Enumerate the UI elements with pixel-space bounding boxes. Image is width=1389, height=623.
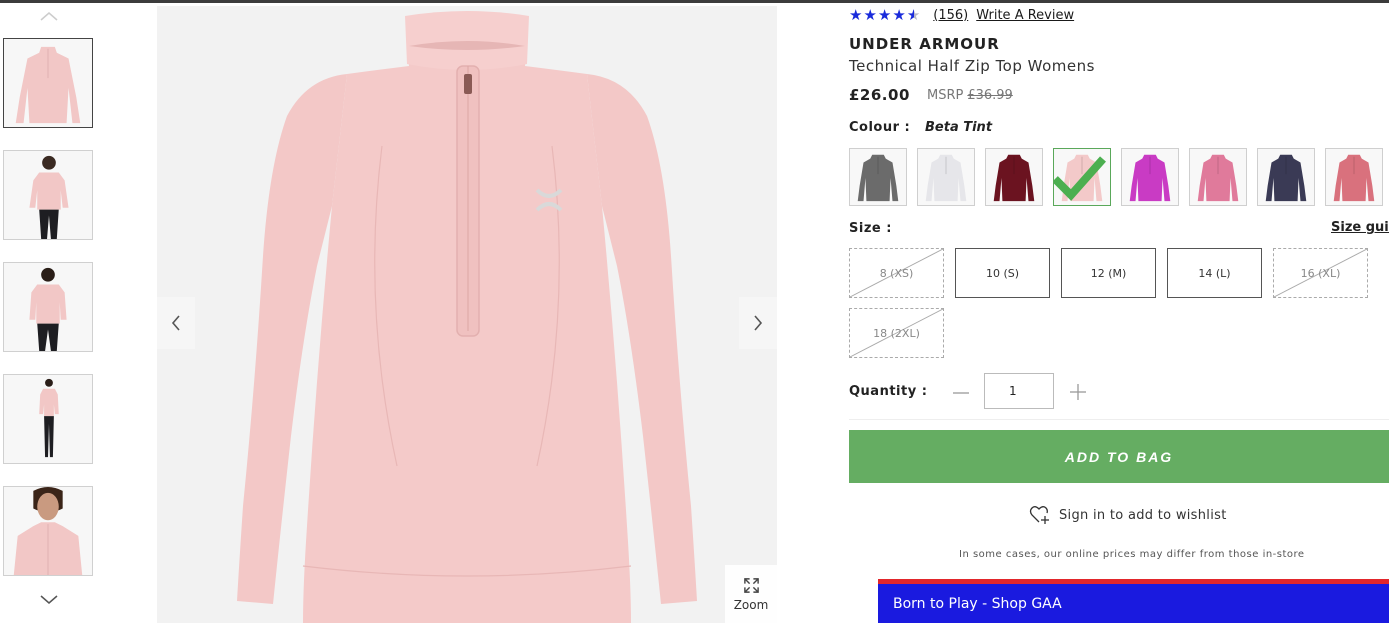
colour-swatch-pink[interactable] (1189, 148, 1247, 206)
colour-swatch-rose[interactable] (1325, 148, 1383, 206)
plus-icon (1070, 384, 1086, 400)
size-option[interactable]: 10 (S) (955, 248, 1050, 298)
msrp: MSRP £36.99 (927, 88, 1013, 103)
rating-row: ★ ★ ★ ★ ★ (156) Write A Review (849, 6, 1074, 24)
colour-label: Colour : (849, 120, 911, 135)
star-icon: ★ (892, 6, 906, 24)
colour-swatch-beta-tint[interactable] (1053, 148, 1111, 206)
chevron-right-icon (754, 315, 763, 331)
size-option[interactable]: 18 (2XL) (849, 308, 944, 358)
size-option[interactable]: 12 (M) (1061, 248, 1156, 298)
zoom-label: Zoom (733, 597, 769, 612)
swatch-shirt-image (918, 149, 974, 205)
wishlist-link[interactable]: Sign in to add to wishlist (1029, 505, 1227, 525)
size-option[interactable]: 14 (L) (1167, 248, 1262, 298)
size-guide-link[interactable]: Size guide (1331, 220, 1389, 235)
star-icon: ★ (877, 6, 892, 24)
size-option-label: 10 (S) (985, 266, 1020, 280)
product-shirt-image (157, 6, 777, 623)
add-to-bag-button[interactable]: ADD TO BAG (849, 430, 1389, 483)
current-price: £26.00 (849, 86, 910, 104)
star-icon: ★ (863, 6, 877, 24)
chevron-left-icon (171, 315, 180, 331)
brand-name: UNDER ARMOUR (849, 35, 1000, 53)
main-product-image: Zoom (157, 6, 777, 623)
minus-icon (953, 392, 969, 394)
size-label: Size : (849, 221, 892, 236)
size-option-label: 8 (XS) (879, 266, 914, 280)
thumbnail-model-back[interactable] (3, 262, 93, 352)
swatch-shirt-image (1122, 149, 1178, 205)
swatch-shirt-image (1190, 149, 1246, 205)
wishlist-label: Sign in to add to wishlist (1059, 507, 1227, 523)
size-option-label: 14 (L) (1198, 266, 1231, 280)
swatch-shirt-image (850, 149, 906, 205)
half-star-icon: ★ (906, 6, 921, 24)
star-rating: ★ ★ ★ ★ ★ (849, 7, 921, 23)
product-details-panel: ★ ★ ★ ★ ★ (156) Write A Review UNDER ARM… (849, 0, 1389, 623)
colour-swatch-magenta[interactable] (1121, 148, 1179, 206)
selected-colour: Beta Tint (925, 120, 993, 135)
next-image-button[interactable] (739, 297, 777, 349)
star-icon: ★ (849, 6, 863, 24)
checkmark-icon (1054, 156, 1106, 201)
promo-text: Born to Play - Shop GAA (893, 595, 1062, 612)
heart-plus-icon (1029, 506, 1049, 524)
size-option[interactable]: 16 (XL) (1273, 248, 1368, 298)
quantity-increase-button[interactable] (1067, 381, 1089, 403)
thumbnail-model-closeup[interactable] (3, 486, 93, 576)
previous-image-button[interactable] (157, 297, 195, 349)
thumbnail-front[interactable] (3, 38, 93, 128)
size-option[interactable]: 8 (XS) (849, 248, 944, 298)
swatch-shirt-image (986, 149, 1042, 205)
swatch-shirt-image (1326, 149, 1382, 205)
quantity-decrease-button[interactable] (950, 382, 972, 404)
expand-icon (743, 577, 759, 593)
thumbnail-model-full[interactable] (3, 374, 93, 464)
product-title: Technical Half Zip Top Womens (849, 57, 1095, 75)
quantity-input[interactable] (984, 373, 1054, 409)
quantity-label: Quantity : (849, 384, 928, 399)
colour-swatch-white[interactable] (917, 148, 975, 206)
colour-swatch-maroon[interactable] (985, 148, 1043, 206)
zoom-button[interactable]: Zoom (725, 565, 777, 623)
thumbnail-model-front[interactable] (3, 150, 93, 240)
swatch-shirt-image (1258, 149, 1314, 205)
msrp-label: MSRP (927, 88, 964, 103)
colour-swatch-grey[interactable] (849, 148, 907, 206)
write-review-link[interactable]: Write A Review (976, 8, 1074, 23)
msrp-price: £36.99 (967, 88, 1013, 103)
price-disclaimer: In some cases, our online prices may dif… (959, 549, 1305, 560)
divider (849, 419, 1389, 420)
size-option-label: 18 (2XL) (873, 326, 920, 340)
size-option-label: 12 (M) (1090, 266, 1127, 280)
size-option-label: 16 (XL) (1300, 266, 1341, 280)
promo-banner[interactable]: Born to Play - Shop GAA (878, 579, 1389, 623)
review-count-link[interactable]: (156) (933, 8, 968, 23)
thumbnail-up-arrow-icon[interactable] (38, 8, 60, 26)
thumbnail-down-arrow-icon[interactable] (38, 591, 60, 609)
colour-swatch-navy[interactable] (1257, 148, 1315, 206)
